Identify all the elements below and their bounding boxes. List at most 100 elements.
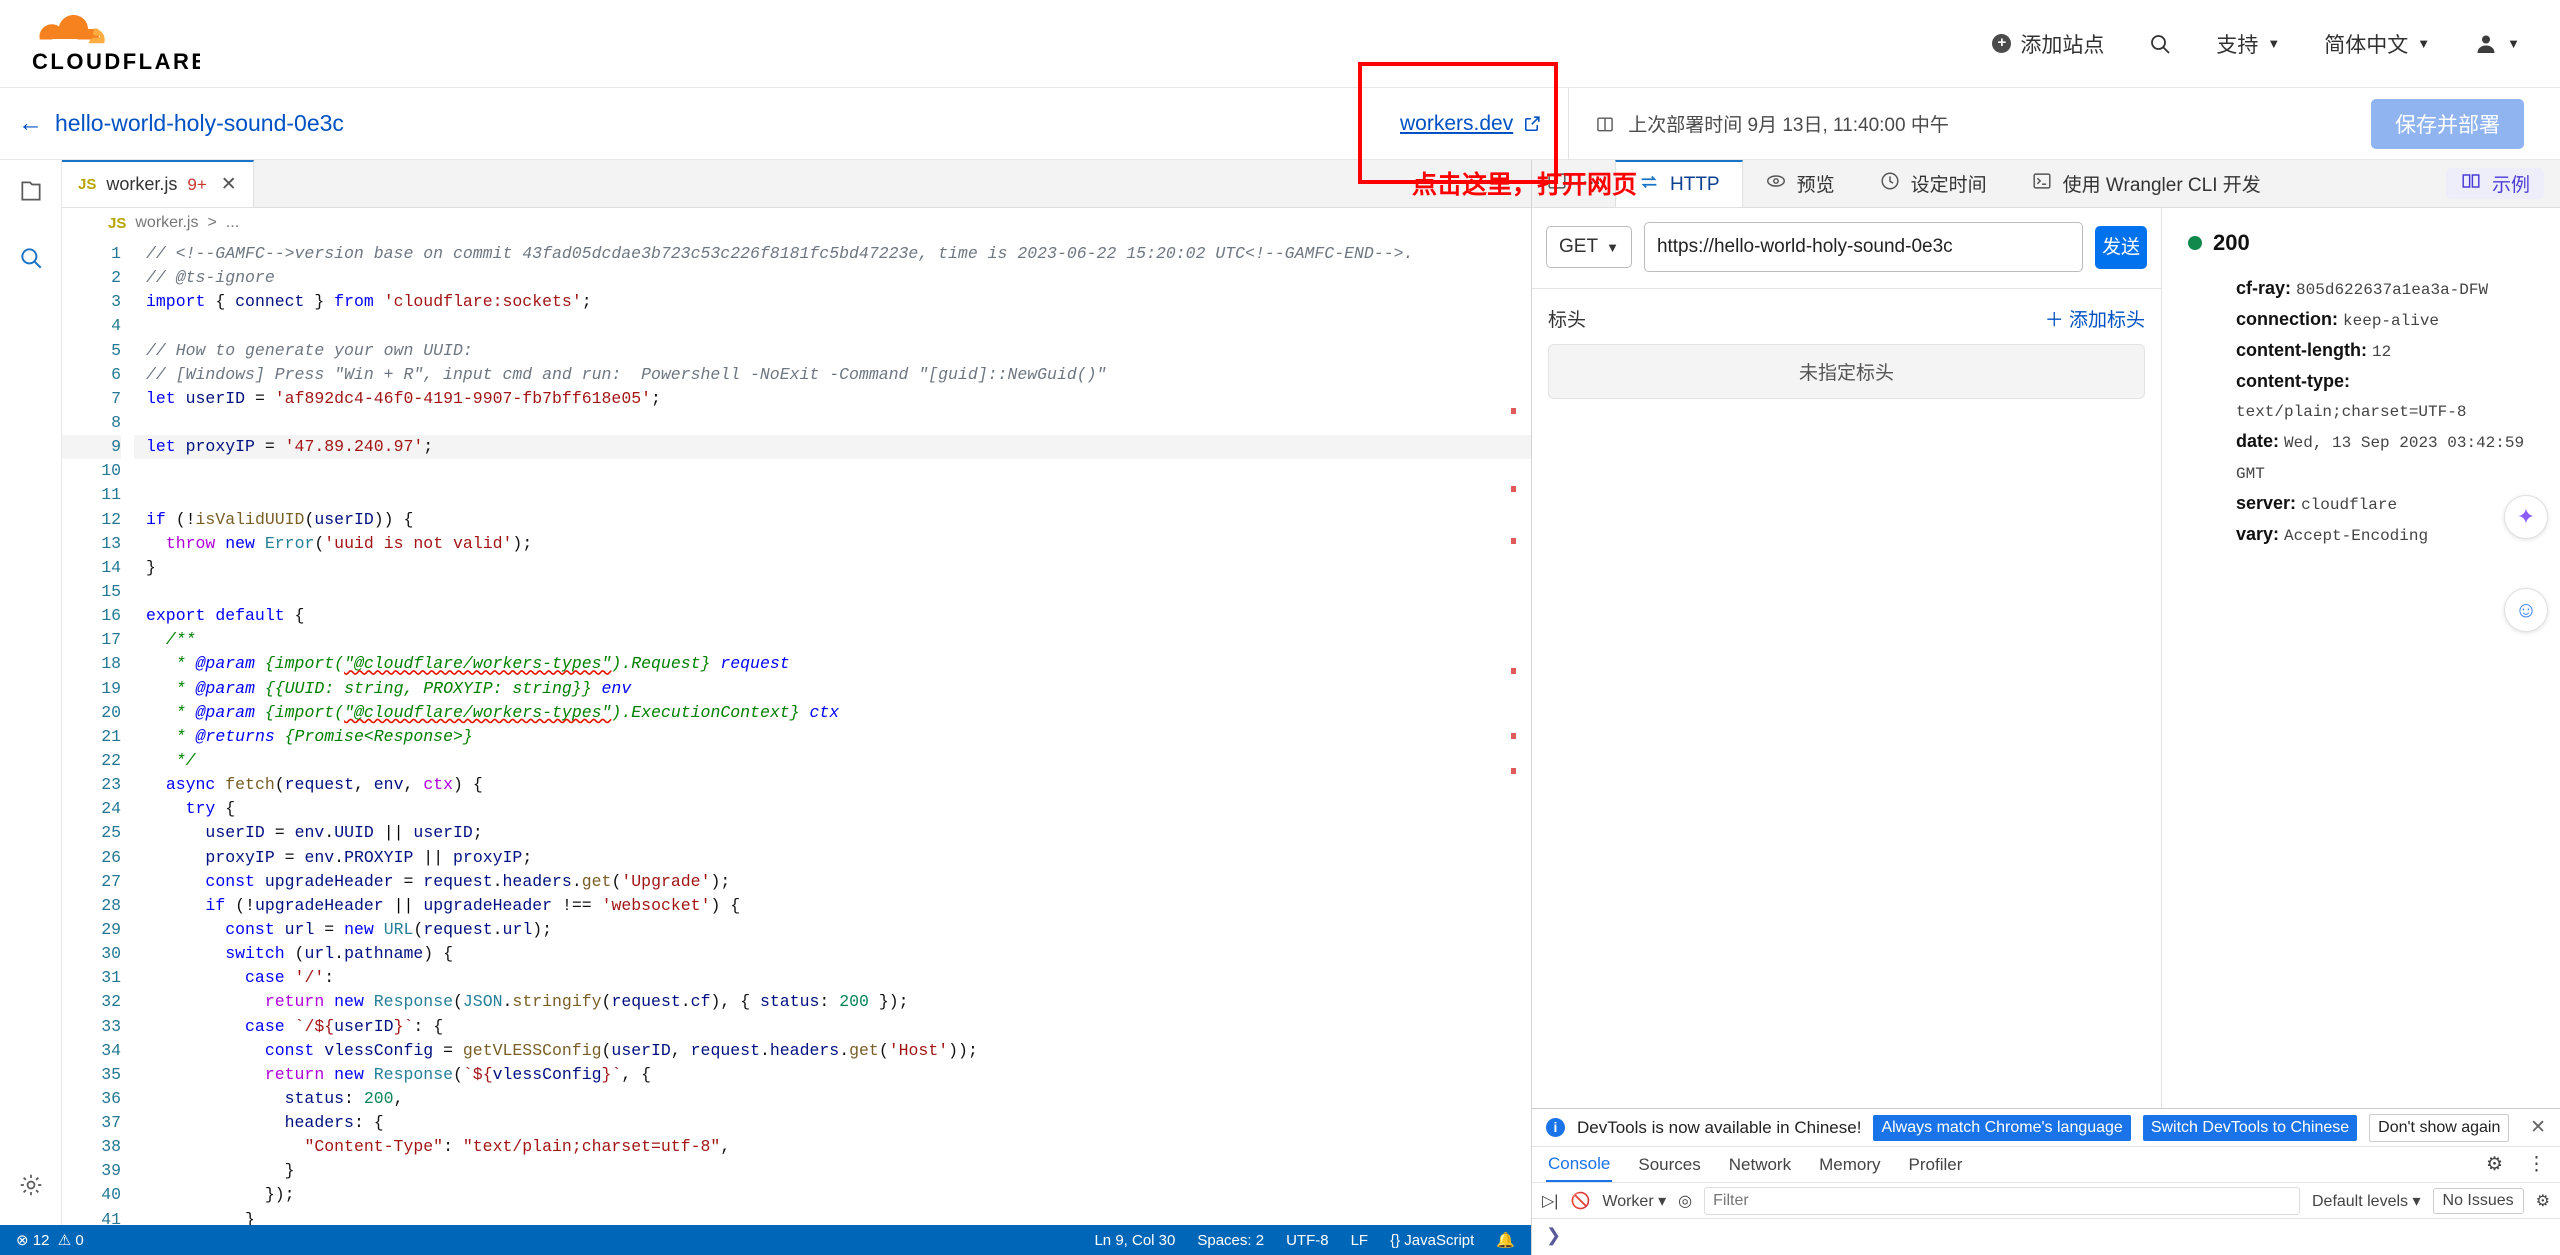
- bell-icon[interactable]: 🔔: [1496, 1231, 1515, 1249]
- code-line[interactable]: export default {: [134, 604, 1531, 628]
- add-site-button[interactable]: + 添加站点: [1992, 29, 2104, 59]
- code-line[interactable]: try {: [134, 797, 1531, 821]
- code-line[interactable]: }: [134, 556, 1531, 580]
- code-line[interactable]: headers: {: [134, 1111, 1531, 1135]
- devtools-more-vertical-icon[interactable]: ⋮: [2527, 1153, 2546, 1176]
- live-expression-icon[interactable]: ◎: [1678, 1191, 1692, 1211]
- code-line[interactable]: });: [134, 1183, 1531, 1207]
- code-line[interactable]: */: [134, 749, 1531, 773]
- response-header-row: content-type: text/plain;charset=UTF-8: [2236, 367, 2534, 427]
- code-line[interactable]: case '/':: [134, 966, 1531, 990]
- code-line[interactable]: if (!upgradeHeader || upgradeHeader !== …: [134, 894, 1531, 918]
- close-icon[interactable]: ✕: [2530, 1116, 2546, 1139]
- samples-button[interactable]: 示例: [2445, 168, 2544, 199]
- code-line[interactable]: [134, 483, 1531, 507]
- code-line[interactable]: import { connect } from 'cloudflare:sock…: [134, 290, 1531, 314]
- code-line[interactable]: // How to generate your own UUID:: [134, 339, 1531, 363]
- code-line[interactable]: * @param {{UUID: string, PROXYIP: string…: [134, 677, 1531, 701]
- add-header-button[interactable]: ＋ 添加标头: [2045, 305, 2145, 332]
- code-line[interactable]: status: 200,: [134, 1087, 1531, 1111]
- code-line[interactable]: return new Response(JSON.stringify(reque…: [134, 990, 1531, 1014]
- files-icon[interactable]: [18, 178, 44, 209]
- search-button[interactable]: [2148, 32, 2172, 56]
- code-line[interactable]: * @param {import("@cloudflare/workers-ty…: [134, 701, 1531, 725]
- cloudflare-logo[interactable]: CLOUDFLARE: [30, 11, 200, 77]
- breadcrumb-file[interactable]: worker.js: [135, 214, 198, 232]
- code-line[interactable]: [134, 459, 1531, 483]
- language-mode[interactable]: {} JavaScript: [1390, 1232, 1474, 1249]
- feedback-button[interactable]: ☺: [2504, 588, 2548, 632]
- code-line[interactable]: userID = env.UUID || userID;: [134, 821, 1531, 845]
- code-line[interactable]: [134, 411, 1531, 435]
- language-menu[interactable]: 简体中文 ▼: [2324, 29, 2430, 59]
- code-line[interactable]: let userID = 'af892dc4-46f0-4191-9907-fb…: [134, 387, 1531, 411]
- http-method-select[interactable]: GET ▼: [1546, 226, 1632, 268]
- log-levels-select[interactable]: Default levels ▾: [2312, 1191, 2421, 1211]
- code-line[interactable]: * @param {import("@cloudflare/workers-ty…: [134, 652, 1531, 676]
- console-filter-input[interactable]: [1704, 1186, 2300, 1215]
- devtools-settings-gear-icon[interactable]: ⚙: [2486, 1153, 2503, 1176]
- minimap[interactable]: [1505, 238, 1521, 1225]
- code-line[interactable]: /**: [134, 628, 1531, 652]
- breadcrumb-rest[interactable]: ...: [226, 214, 239, 232]
- indent-setting[interactable]: Spaces: 2: [1197, 1232, 1264, 1249]
- code-line[interactable]: [134, 580, 1531, 604]
- tab-set-time[interactable]: 设定时间: [1857, 160, 2009, 207]
- code-line[interactable]: if (!isValidUUID(userID)) {: [134, 508, 1531, 532]
- code-line[interactable]: // @ts-ignore: [134, 266, 1531, 290]
- code-content[interactable]: // <!--GAMFC-->version base on commit 43…: [134, 238, 1531, 1225]
- console-prompt[interactable]: ❯: [1532, 1219, 2560, 1255]
- request-url-input[interactable]: [1643, 222, 2083, 272]
- send-request-button[interactable]: 发送: [2095, 225, 2147, 269]
- code-line[interactable]: return new Response(`${vlessConfig}`, {: [134, 1063, 1531, 1087]
- search-icon[interactable]: [18, 245, 44, 276]
- dont-show-again-button[interactable]: Don't show again: [2369, 1113, 2510, 1142]
- code-line[interactable]: throw new Error('uuid is not valid');: [134, 532, 1531, 556]
- support-menu[interactable]: 支持 ▼: [2216, 29, 2280, 59]
- code-line[interactable]: async fetch(request, env, ctx) {: [134, 773, 1531, 797]
- close-icon[interactable]: ✕: [221, 173, 237, 196]
- encoding-setting[interactable]: UTF-8: [1286, 1232, 1329, 1249]
- code-line[interactable]: const upgradeHeader = request.headers.ge…: [134, 870, 1531, 894]
- response-header-name: connection:: [2236, 309, 2338, 329]
- code-line[interactable]: // [Windows] Press "Win + R", input cmd …: [134, 363, 1531, 387]
- tab-preview[interactable]: 预览: [1743, 160, 1857, 207]
- workers-dev-link[interactable]: workers.dev: [1400, 112, 1542, 136]
- always-match-language-button[interactable]: Always match Chrome's language: [1873, 1114, 2131, 1141]
- ai-assistant-button[interactable]: ✦: [2504, 495, 2548, 539]
- code-line[interactable]: // <!--GAMFC-->version base on commit 43…: [134, 242, 1531, 266]
- code-line[interactable]: }: [134, 1208, 1531, 1225]
- code-area[interactable]: 1 2 3 4 5 6 7 8 9 10 11 12 13 14 15 16 17 18 19 20 21 22 23 24 2…: [62, 238, 1531, 1225]
- code-line[interactable]: const url = new URL(request.url);: [134, 918, 1531, 942]
- code-line[interactable]: case `/${userID}`: {: [134, 1015, 1531, 1039]
- tab-wrangler-cli[interactable]: 使用 Wrangler CLI 开发: [2009, 160, 2283, 207]
- console-settings-gear-icon[interactable]: ⚙: [2536, 1191, 2550, 1211]
- code-line[interactable]: let proxyIP = '47.89.240.97';: [134, 435, 1531, 460]
- code-line[interactable]: const vlessConfig = getVLESSConfig(userI…: [134, 1039, 1531, 1063]
- eol-setting[interactable]: LF: [1351, 1232, 1369, 1249]
- account-menu[interactable]: ▼: [2474, 32, 2520, 56]
- settings-gear-icon[interactable]: [18, 1172, 44, 1203]
- switch-devtools-chinese-button[interactable]: Switch DevTools to Chinese: [2142, 1114, 2358, 1141]
- console-context-select[interactable]: Worker ▾: [1602, 1191, 1666, 1211]
- code-line[interactable]: "Content-Type": "text/plain;charset=utf-…: [134, 1135, 1531, 1159]
- problems-indicator[interactable]: ⊗ 12 ⚠ 0: [16, 1231, 84, 1249]
- line-number: 38: [101, 1137, 121, 1157]
- execute-icon[interactable]: ▷|: [1542, 1191, 1558, 1211]
- devtools-tab-memory[interactable]: Memory: [1817, 1149, 1882, 1181]
- cursor-position[interactable]: Ln 9, Col 30: [1094, 1232, 1175, 1249]
- devtools-tab-sources[interactable]: Sources: [1636, 1149, 1702, 1181]
- code-line[interactable]: }: [134, 1159, 1531, 1183]
- code-line[interactable]: * @returns {Promise<Response>}: [134, 725, 1531, 749]
- clear-console-icon[interactable]: 🚫: [1570, 1191, 1590, 1211]
- issues-button[interactable]: No Issues: [2432, 1187, 2524, 1214]
- code-line[interactable]: [134, 314, 1531, 338]
- devtools-tab-profiler[interactable]: Profiler: [1907, 1149, 1965, 1181]
- breadcrumb-back[interactable]: ← hello-world-holy-sound-0e3c: [18, 109, 344, 138]
- editor-tab-workerjs[interactable]: JS worker.js 9+ ✕: [62, 160, 254, 207]
- devtools-tab-console[interactable]: Console: [1546, 1148, 1613, 1182]
- save-and-deploy-button[interactable]: 保存并部署: [2371, 98, 2524, 149]
- code-line[interactable]: switch (url.pathname) {: [134, 942, 1531, 966]
- code-line[interactable]: proxyIP = env.PROXYIP || proxyIP;: [134, 846, 1531, 870]
- devtools-tab-network[interactable]: Network: [1727, 1149, 1793, 1181]
